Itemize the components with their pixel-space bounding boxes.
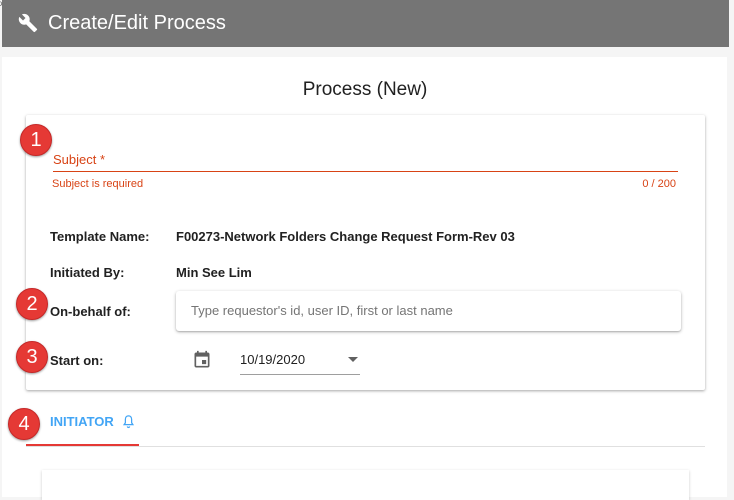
start-date-select[interactable]: 10/19/2020 [240, 347, 360, 375]
bell-icon [122, 415, 135, 429]
tab-divider [26, 446, 705, 447]
start-on-label: Start on: [50, 353, 104, 368]
template-name-label: Template Name: [50, 229, 150, 244]
initiated-by-value: Min See Lim [176, 265, 252, 280]
tab-initiator[interactable]: INITIATOR [26, 406, 139, 446]
tab-initiator-label: INITIATOR [50, 414, 114, 429]
subject-label: Subject * [53, 152, 106, 167]
subject-error: Subject is required [52, 178, 144, 190]
header-title: Create/Edit Process [48, 12, 226, 34]
step-badge-1: 1 [20, 124, 52, 156]
calendar-icon[interactable] [192, 350, 212, 370]
initiator-content-card [42, 470, 689, 500]
subject-counter: 0 / 200 [642, 178, 676, 190]
subject-input[interactable] [53, 171, 678, 172]
app-header: Create/Edit Process [2, 0, 729, 47]
template-name-value: F00273-Network Folders Change Request Fo… [176, 229, 515, 244]
on-behalf-input[interactable]: Type requestor's id, user ID, first or l… [176, 291, 681, 331]
on-behalf-label: On-behalf of: [50, 304, 131, 319]
page-title: Process (New) [302, 79, 428, 100]
start-date-value: 10/19/2020 [240, 352, 306, 367]
wrench-icon [18, 13, 38, 33]
process-form-card [26, 115, 705, 390]
step-badge-3: 3 [16, 341, 48, 373]
chevron-down-icon [348, 357, 358, 362]
initiated-by-label: Initiated By: [50, 265, 125, 280]
step-badge-2: 2 [16, 288, 48, 320]
